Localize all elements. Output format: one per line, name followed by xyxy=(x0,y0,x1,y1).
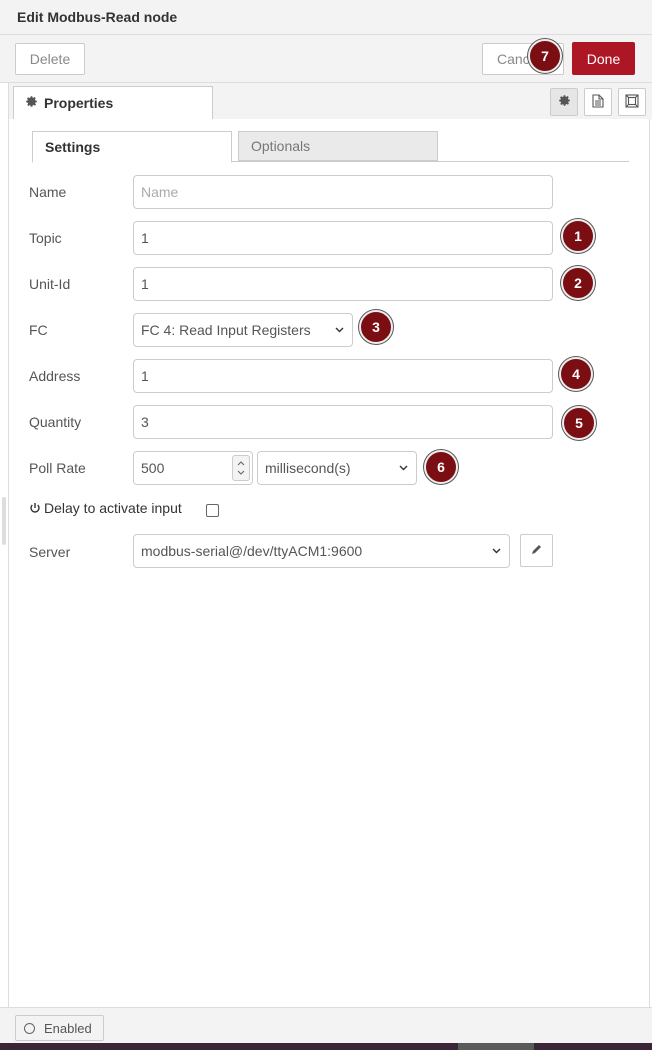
tab-properties[interactable]: Properties xyxy=(13,86,213,120)
gear-icon xyxy=(558,94,571,110)
tab-appearance-icon-button[interactable] xyxy=(618,88,646,116)
tab-bar: Properties xyxy=(8,83,652,120)
tab-settings[interactable]: Settings xyxy=(32,131,232,163)
power-icon xyxy=(29,502,41,514)
document-icon xyxy=(592,93,604,111)
fc-select[interactable]: FC 4: Read Input Registers xyxy=(133,313,353,347)
address-input[interactable]: 1 xyxy=(133,359,553,393)
poll-rate-unit-value: millisecond(s) xyxy=(265,460,351,476)
enabled-toggle[interactable]: Enabled xyxy=(15,1015,104,1041)
tab-description-icon-button[interactable] xyxy=(584,88,612,116)
frame-icon xyxy=(625,93,639,111)
poll-rate-unit-select[interactable]: millisecond(s) xyxy=(257,451,417,485)
unit-id-value: 1 xyxy=(141,276,149,292)
enabled-label: Enabled xyxy=(44,1020,92,1036)
subtab-bar: Settings Optionals xyxy=(32,130,629,163)
poll-rate-stepper[interactable] xyxy=(232,455,250,481)
bottom-strip-segment xyxy=(458,1043,534,1050)
gear-icon xyxy=(25,95,38,111)
annotation-badge-3: 3 xyxy=(359,310,393,344)
delete-button[interactable]: Delete xyxy=(15,43,85,75)
delay-label-text: Delay to activate input xyxy=(44,500,182,516)
poll-rate-label: Poll Rate xyxy=(29,460,86,476)
chevron-down-icon xyxy=(492,545,501,557)
tab-properties-label: Properties xyxy=(44,95,114,111)
tab-optionals[interactable]: Optionals xyxy=(238,131,438,161)
name-input[interactable]: Name xyxy=(133,175,553,209)
dialog-title: Edit Modbus-Read node xyxy=(17,9,178,25)
circle-icon xyxy=(24,1022,35,1034)
unit-id-input[interactable]: 1 xyxy=(133,267,553,301)
annotation-badge-2: 2 xyxy=(561,266,595,300)
poll-rate-value: 500 xyxy=(141,460,165,476)
chevron-down-icon xyxy=(335,324,344,336)
topic-input[interactable]: 1 xyxy=(133,221,553,255)
resize-handle[interactable] xyxy=(2,497,6,545)
chevron-up-icon[interactable] xyxy=(237,459,245,468)
address-value: 1 xyxy=(141,368,149,384)
address-label: Address xyxy=(29,368,81,384)
server-value: modbus-serial@/dev/ttyACM1:9600 xyxy=(141,543,363,559)
poll-rate-input[interactable]: 500 xyxy=(133,451,253,485)
annotation-badge-7: 7 xyxy=(528,39,562,73)
chevron-down-icon xyxy=(399,462,408,474)
quantity-input[interactable]: 3 xyxy=(133,405,553,439)
delay-label: Delay to activate input xyxy=(29,500,182,516)
dialog-header: Edit Modbus-Read node xyxy=(0,0,652,35)
dialog-footer: Enabled xyxy=(0,1007,652,1043)
server-label: Server xyxy=(29,544,71,560)
name-placeholder: Name xyxy=(141,184,179,200)
quantity-value: 3 xyxy=(141,414,149,430)
annotation-badge-4: 4 xyxy=(559,357,593,391)
annotation-badge-6: 6 xyxy=(424,450,458,484)
unit-id-label: Unit-Id xyxy=(29,276,71,292)
edit-server-button[interactable] xyxy=(520,534,553,567)
topic-value: 1 xyxy=(141,230,149,246)
topic-label: Topic xyxy=(29,230,62,246)
fc-label: FC xyxy=(29,322,48,338)
chevron-down-icon[interactable] xyxy=(237,468,245,477)
tab-settings-icon-button[interactable] xyxy=(550,88,578,116)
dialog-toolbar: Delete Cancel Done 7 xyxy=(0,35,652,83)
fc-value: FC 4: Read Input Registers xyxy=(141,322,311,338)
done-button[interactable]: Done xyxy=(572,42,635,75)
delay-checkbox[interactable] xyxy=(206,504,219,517)
name-label: Name xyxy=(29,184,67,200)
bottom-strip xyxy=(0,1043,652,1050)
annotation-badge-5: 5 xyxy=(562,406,596,440)
quantity-label: Quantity xyxy=(29,414,82,430)
server-select[interactable]: modbus-serial@/dev/ttyACM1:9600 xyxy=(133,534,510,568)
annotation-badge-1: 1 xyxy=(561,219,595,253)
pencil-icon xyxy=(531,543,542,558)
